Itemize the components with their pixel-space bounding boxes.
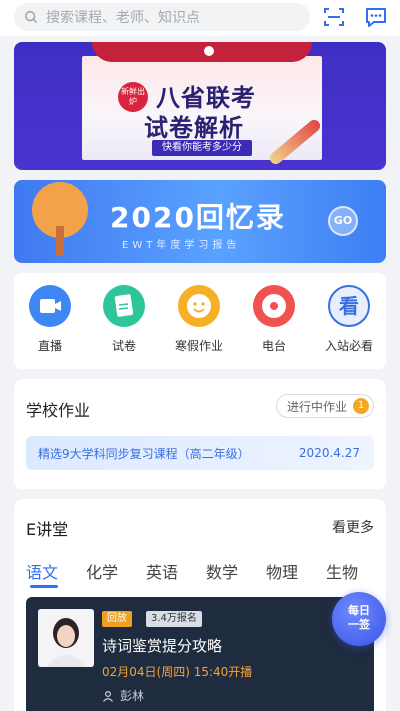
menu-item-radio[interactable]: 电台 — [244, 285, 304, 354]
checkin-line1: 每日 — [348, 604, 370, 617]
teacher-name-row: 彭林 — [102, 687, 144, 704]
menu-item-winter-homework[interactable]: 寒假作业 — [169, 285, 229, 354]
course-card[interactable]: 回放 3.4万报名 诗词鉴赏提分攻略 02月04日(周四) 15:40开播 彭林 — [26, 597, 374, 711]
ongoing-homework-button[interactable]: 进行中作业 1 — [275, 394, 374, 418]
tab-biology[interactable]: 生物 — [326, 559, 358, 583]
active-tab-indicator — [30, 585, 58, 588]
menu-label: 试卷 — [111, 339, 136, 353]
banner-envelope-flap — [92, 42, 312, 62]
tab-physics[interactable]: 物理 — [266, 559, 298, 583]
tab-chinese[interactable]: 语文 — [26, 559, 58, 583]
menu-item-exam[interactable]: 试卷 — [94, 285, 154, 354]
search-icon — [25, 11, 37, 23]
tab-math[interactable]: 数学 — [206, 559, 238, 583]
scan-icon[interactable] — [322, 5, 346, 29]
smile-face-icon — [178, 285, 220, 327]
banner-subtitle: 快看你能考多少分 — [152, 140, 252, 156]
menu-label: 直播 — [37, 339, 62, 353]
tab-english[interactable]: 英语 — [146, 559, 178, 583]
teacher-name: 彭林 — [120, 689, 145, 703]
replay-tag: 回放 — [102, 611, 132, 627]
ongoing-homework-label: 进行中作业 — [286, 399, 347, 414]
year-review-title: 2020回忆录 — [110, 201, 286, 234]
go-button[interactable]: GO — [328, 206, 358, 236]
message-icon[interactable] — [364, 5, 388, 29]
live-video-icon — [29, 285, 71, 327]
teacher-avatar — [38, 609, 94, 667]
top-bar: 搜索课程、老师、知识点 — [0, 0, 400, 36]
exam-analysis-banner[interactable]: 新鲜出炉 八省联考 试卷解析 快看你能考多少分 — [14, 42, 386, 170]
e-lecture-card: E讲堂 看更多 语文 化学 英语 数学 物理 生物 回放 3.4万报名 诗词鉴赏… — [14, 499, 386, 711]
quick-menu: 直播 试卷 寒假作业 电台 看 入站必看 — [14, 273, 386, 369]
homework-item-title: 精选9大学科同步复习课程（高二年级） — [38, 447, 250, 461]
section-title: E讲堂 — [26, 520, 69, 539]
ongoing-count-badge: 1 — [353, 398, 369, 414]
exam-paper-icon — [103, 285, 145, 327]
must-see-icon: 看 — [328, 285, 370, 327]
menu-label: 电台 — [261, 339, 286, 353]
banner-clip-dot — [204, 46, 214, 56]
subject-tabs: 语文 化学 英语 数学 物理 生物 — [26, 559, 376, 588]
checkin-line2: 一签 — [348, 618, 370, 631]
year-review-subtitle: EWT年度学习报告 — [122, 240, 241, 251]
daily-checkin-button[interactable]: 每日 一签 — [332, 592, 386, 646]
see-more-link[interactable]: 看更多 — [332, 517, 374, 537]
banner-title-line2: 试卷解析 — [144, 114, 244, 142]
search-placeholder: 搜索课程、老师、知识点 — [46, 10, 200, 26]
course-time: 02月04日(周四) 15:40开播 — [102, 665, 253, 679]
menu-item-must-see[interactable]: 看 入站必看 — [319, 285, 379, 354]
tab-chemistry[interactable]: 化学 — [86, 559, 118, 583]
radio-disc-icon — [253, 285, 295, 327]
menu-label: 入站必看 — [324, 339, 373, 353]
menu-item-live[interactable]: 直播 — [20, 285, 80, 354]
menu-label: 寒假作业 — [174, 339, 223, 353]
homework-item[interactable]: 精选9大学科同步复习课程（高二年级） 2020.4.27 — [26, 436, 374, 470]
school-homework-card: 学校作业 进行中作业 1 精选9大学科同步复习课程（高二年级） 2020.4.2… — [14, 379, 386, 489]
enrolled-count: 3.4万报名 — [146, 611, 202, 627]
course-title: 诗词鉴赏提分攻略 — [102, 637, 223, 655]
homework-item-date: 2020.4.27 — [298, 446, 360, 460]
person-icon — [103, 690, 113, 702]
year-review-banner[interactable]: 2020回忆录 EWT年度学习报告 GO — [14, 180, 386, 263]
tree-trunk-graphic — [56, 226, 64, 256]
section-title: 学校作业 — [26, 401, 91, 420]
search-box[interactable]: 搜索课程、老师、知识点 — [14, 3, 310, 31]
